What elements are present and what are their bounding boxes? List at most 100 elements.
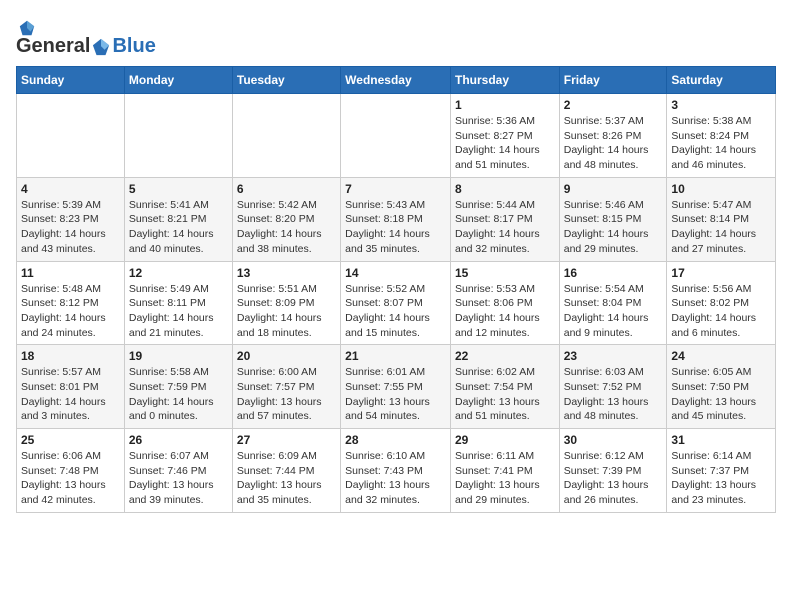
week-row-2: 4Sunrise: 5:39 AM Sunset: 8:23 PM Daylig… [17,177,776,261]
day-number: 14 [345,266,446,280]
day-number: 30 [564,433,663,447]
day-number: 15 [455,266,555,280]
day-number: 16 [564,266,663,280]
day-info: Sunrise: 6:05 AM Sunset: 7:50 PM Dayligh… [671,365,771,424]
day-number: 28 [345,433,446,447]
day-info: Sunrise: 5:53 AM Sunset: 8:06 PM Dayligh… [455,282,555,341]
day-cell [232,94,340,178]
day-number: 6 [237,182,336,196]
day-cell: 17 Sunrise: 5:56 AM Sunset: 8:02 PM Dayli… [667,261,776,345]
day-number: 1 [455,98,555,112]
day-number: 26 [129,433,228,447]
header-row: SundayMondayTuesdayWednesdayThursdayFrid… [17,67,776,94]
day-info: Sunrise: 5:52 AM Sunset: 8:07 PM Dayligh… [345,282,446,341]
day-cell: 5Sunrise: 5:41 AM Sunset: 8:21 PM Daylig… [124,177,232,261]
week-row-5: 25 Sunrise: 6:06 AM Sunset: 7:48 PM Dayli… [17,429,776,513]
day-number: 25 [21,433,120,447]
day-number: 19 [129,349,228,363]
day-cell [124,94,232,178]
day-cell: 27 Sunrise: 6:09 AM Sunset: 7:44 PM Dayli… [232,429,340,513]
day-info: Sunrise: 6:00 AM Sunset: 7:57 PM Dayligh… [237,365,336,424]
day-cell: 19 Sunrise: 5:58 AM Sunset: 7:59 PM Dayli… [124,345,232,429]
day-cell: 21 Sunrise: 6:01 AM Sunset: 7:55 PM Dayli… [341,345,451,429]
day-cell: 16 Sunrise: 5:54 AM Sunset: 8:04 PM Dayli… [559,261,667,345]
day-number: 13 [237,266,336,280]
day-cell: 15 Sunrise: 5:53 AM Sunset: 8:06 PM Dayli… [450,261,559,345]
day-cell: 10 Sunrise: 5:47 AM Sunset: 8:14 PM Dayli… [667,177,776,261]
logo-general-text2: General [16,35,90,58]
day-info: Sunrise: 6:02 AM Sunset: 7:54 PM Dayligh… [455,365,555,424]
week-row-4: 18 Sunrise: 5:57 AM Sunset: 8:01 PM Dayli… [17,345,776,429]
day-cell: 14 Sunrise: 5:52 AM Sunset: 8:07 PM Dayli… [341,261,451,345]
day-info: Sunrise: 6:07 AM Sunset: 7:46 PM Dayligh… [129,449,228,508]
day-cell: 13 Sunrise: 5:51 AM Sunset: 8:09 PM Dayli… [232,261,340,345]
week-row-1: 1 Sunrise: 5:36 AM Sunset: 8:27 PM Daylig… [17,94,776,178]
day-cell: 29 Sunrise: 6:11 AM Sunset: 7:41 PM Dayli… [450,429,559,513]
day-number: 8 [455,182,555,196]
logo: General Blue [16,16,156,58]
col-header-monday: Monday [124,67,232,94]
day-info: Sunrise: 5:48 AM Sunset: 8:12 PM Dayligh… [21,282,120,341]
day-info: Sunrise: 6:09 AM Sunset: 7:44 PM Dayligh… [237,449,336,508]
day-info: Sunrise: 6:11 AM Sunset: 7:41 PM Dayligh… [455,449,555,508]
day-info: Sunrise: 6:03 AM Sunset: 7:52 PM Dayligh… [564,365,663,424]
day-info: Sunrise: 5:41 AM Sunset: 8:21 PM Dayligh… [129,198,228,257]
col-header-tuesday: Tuesday [232,67,340,94]
day-info: Sunrise: 6:12 AM Sunset: 7:39 PM Dayligh… [564,449,663,508]
day-number: 18 [21,349,120,363]
day-cell: 18 Sunrise: 5:57 AM Sunset: 8:01 PM Dayli… [17,345,125,429]
day-number: 21 [345,349,446,363]
day-cell: 6Sunrise: 5:42 AM Sunset: 8:20 PM Daylig… [232,177,340,261]
day-number: 3 [671,98,771,112]
calendar-table: SundayMondayTuesdayWednesdayThursdayFrid… [16,66,776,513]
day-cell: 28Sunrise: 6:10 AM Sunset: 7:43 PM Dayli… [341,429,451,513]
day-cell: 26 Sunrise: 6:07 AM Sunset: 7:46 PM Dayli… [124,429,232,513]
day-cell: 22Sunrise: 6:02 AM Sunset: 7:54 PM Dayli… [450,345,559,429]
day-info: Sunrise: 5:57 AM Sunset: 8:01 PM Dayligh… [21,365,120,424]
day-info: Sunrise: 5:36 AM Sunset: 8:27 PM Dayligh… [455,114,555,173]
day-number: 9 [564,182,663,196]
day-number: 12 [129,266,228,280]
day-number: 24 [671,349,771,363]
day-cell: 9 Sunrise: 5:46 AM Sunset: 8:15 PM Daylig… [559,177,667,261]
day-info: Sunrise: 5:54 AM Sunset: 8:04 PM Dayligh… [564,282,663,341]
day-info: Sunrise: 5:56 AM Sunset: 8:02 PM Dayligh… [671,282,771,341]
day-number: 10 [671,182,771,196]
day-number: 7 [345,182,446,196]
day-number: 17 [671,266,771,280]
col-header-friday: Friday [559,67,667,94]
col-header-sunday: Sunday [17,67,125,94]
day-number: 23 [564,349,663,363]
day-number: 31 [671,433,771,447]
day-info: Sunrise: 5:51 AM Sunset: 8:09 PM Dayligh… [237,282,336,341]
day-cell: 1 Sunrise: 5:36 AM Sunset: 8:27 PM Daylig… [450,94,559,178]
day-cell [17,94,125,178]
day-info: Sunrise: 5:47 AM Sunset: 8:14 PM Dayligh… [671,198,771,257]
logo-blue-text: Blue [112,35,155,58]
day-cell [341,94,451,178]
day-info: Sunrise: 6:06 AM Sunset: 7:48 PM Dayligh… [21,449,120,508]
day-number: 29 [455,433,555,447]
day-info: Sunrise: 5:49 AM Sunset: 8:11 PM Dayligh… [129,282,228,341]
day-info: Sunrise: 5:58 AM Sunset: 7:59 PM Dayligh… [129,365,228,424]
day-info: Sunrise: 5:38 AM Sunset: 8:24 PM Dayligh… [671,114,771,173]
day-number: 20 [237,349,336,363]
day-cell: 30 Sunrise: 6:12 AM Sunset: 7:39 PM Dayli… [559,429,667,513]
day-info: Sunrise: 5:43 AM Sunset: 8:18 PM Dayligh… [345,198,446,257]
day-cell: 25 Sunrise: 6:06 AM Sunset: 7:48 PM Dayli… [17,429,125,513]
day-info: Sunrise: 6:01 AM Sunset: 7:55 PM Dayligh… [345,365,446,424]
day-cell: 31Sunrise: 6:14 AM Sunset: 7:37 PM Dayli… [667,429,776,513]
day-number: 11 [21,266,120,280]
day-number: 27 [237,433,336,447]
day-info: Sunrise: 5:46 AM Sunset: 8:15 PM Dayligh… [564,198,663,257]
day-number: 2 [564,98,663,112]
day-cell: 7 Sunrise: 5:43 AM Sunset: 8:18 PM Daylig… [341,177,451,261]
day-cell: 11 Sunrise: 5:48 AM Sunset: 8:12 PM Dayli… [17,261,125,345]
day-cell: 12 Sunrise: 5:49 AM Sunset: 8:11 PM Dayli… [124,261,232,345]
header: General Blue [16,16,776,58]
day-cell: 24 Sunrise: 6:05 AM Sunset: 7:50 PM Dayli… [667,345,776,429]
day-cell: 8Sunrise: 5:44 AM Sunset: 8:17 PM Daylig… [450,177,559,261]
day-cell: 20 Sunrise: 6:00 AM Sunset: 7:57 PM Dayli… [232,345,340,429]
day-info: Sunrise: 5:37 AM Sunset: 8:26 PM Dayligh… [564,114,663,173]
col-header-thursday: Thursday [450,67,559,94]
